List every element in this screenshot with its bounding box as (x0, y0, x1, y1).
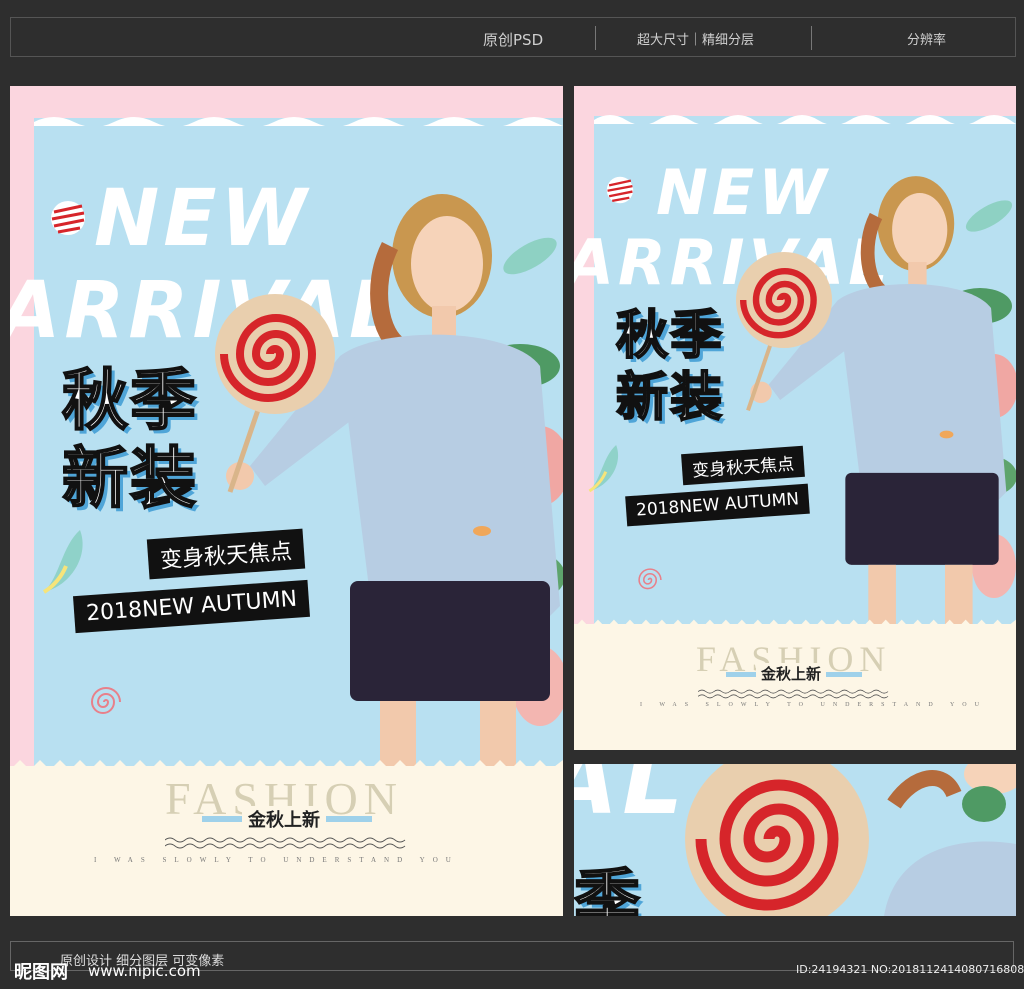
psd-label: 原创PSD (483, 31, 544, 49)
leaf-icon (588, 444, 619, 493)
divider (811, 26, 812, 50)
model-detail (884, 764, 1016, 916)
leaf-icon (42, 530, 83, 594)
swirl-ball-icon (51, 201, 85, 235)
large-poster: NEW ARRIVAL 秋季 新装 变身秋天焦点 2018NEW AUTUMN … (10, 86, 563, 916)
top-info-bar: 原创PSD 超大尺寸｜精细分层 分辨率 (10, 17, 1016, 57)
slogan-text: I WAS SLOWLY TO UNDERSTAND YOU (640, 702, 987, 708)
spiral-icon (638, 568, 662, 590)
zigzag-edge (574, 619, 1016, 628)
wave-lines (698, 689, 889, 699)
jinqiu-text: 金秋上新 (242, 806, 326, 832)
jinqiu-text: 金秋上新 (756, 663, 827, 684)
title-partial: 季 (574, 862, 642, 917)
title-line-1: 秋季 (615, 306, 725, 366)
medium-poster: NEW ARRIVAL 秋季 新装 变身秋天焦点 2018NEW AUTUMN … (574, 86, 1016, 750)
swirl-ball-icon (606, 176, 634, 204)
zigzag-edge (10, 760, 563, 770)
image-id-text: ID:24194321 NO:20181124140807168081 (796, 963, 1024, 976)
site-url: www.nipic.com (88, 962, 201, 980)
wave-lines (165, 837, 406, 849)
title-line-2: 新装 (61, 440, 198, 517)
title-line-1: 秋季 (61, 362, 198, 439)
scallop-top (594, 115, 1016, 124)
divider (595, 26, 596, 50)
arrival-text: AL (574, 764, 688, 836)
lollipop-icon (736, 252, 832, 412)
lollipop-icon (685, 764, 869, 916)
slogan-text: I WAS SLOWLY TO UNDERSTAND YOU (94, 856, 459, 864)
scallop-top (34, 117, 563, 126)
lollipop-icon (215, 294, 335, 493)
site-logo: 昵图网 (14, 962, 68, 983)
resolution-label: 分辨率 (907, 33, 947, 48)
title-line-2: 新装 (615, 368, 725, 428)
spiral-icon (90, 687, 121, 714)
detail-crop: AL 季 (574, 764, 1016, 916)
size-label: 超大尺寸｜精细分层 (637, 33, 755, 48)
